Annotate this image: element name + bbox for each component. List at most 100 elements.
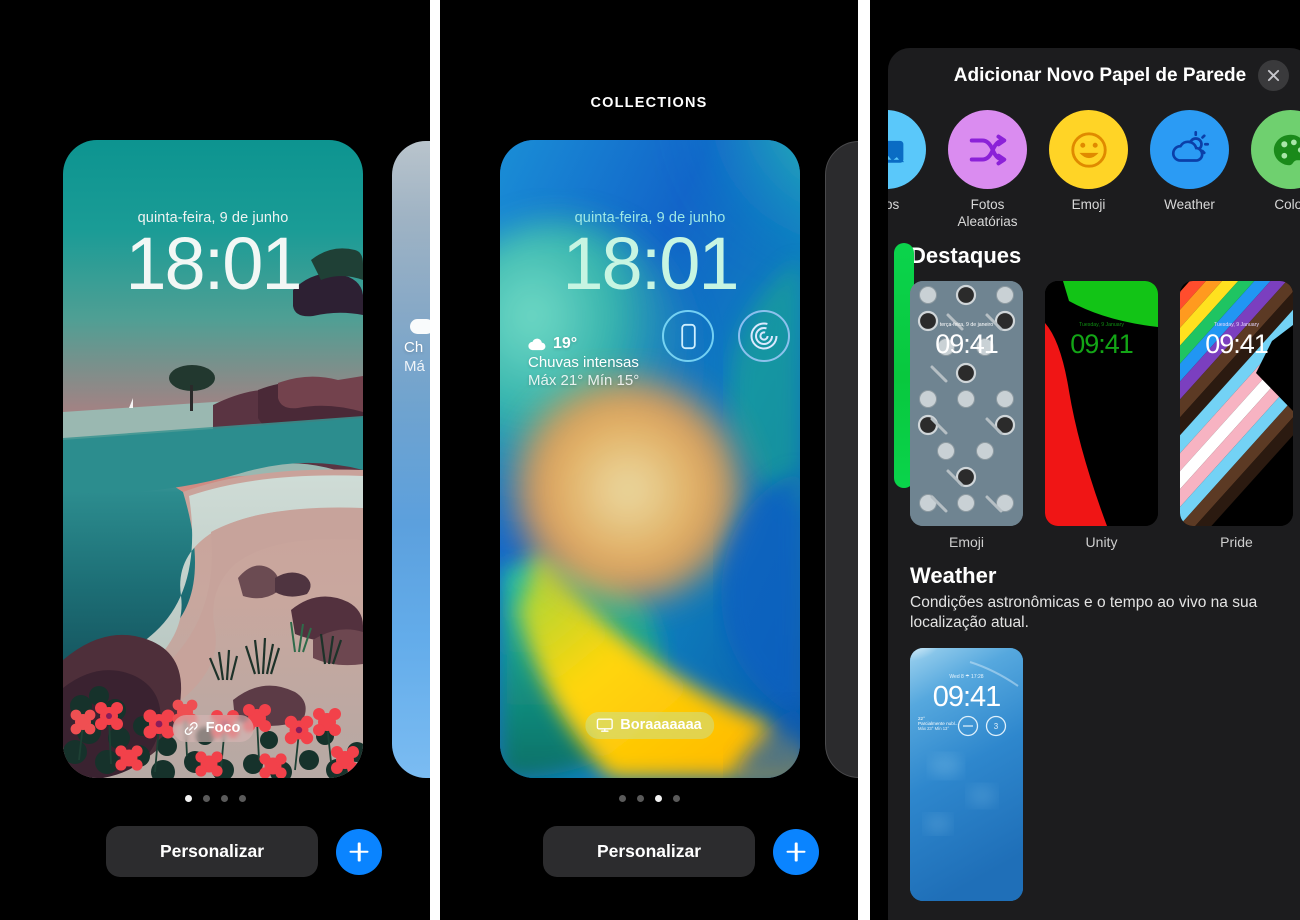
svg-text:3: 3 xyxy=(994,722,999,731)
thumbnail-date: terça-feira, 9 de janeiro xyxy=(939,322,994,328)
panel-middle-collections: COLLECTIONS quinta-feira, 9 de junho 18:… xyxy=(440,0,858,920)
lockscreen-complications xyxy=(662,310,790,362)
thumbnail-time: 09:41 xyxy=(935,329,999,359)
emoji-icon xyxy=(1070,131,1107,168)
sheet-header: Adicionar Novo Papel de Parede xyxy=(888,48,1300,104)
category-weather[interactable]: Weather xyxy=(1149,110,1230,231)
wallpaper-thumb-pride[interactable]: Tuesday, 9 January 09:41 Pride xyxy=(1180,281,1293,550)
peek-cloud-icon xyxy=(410,319,430,334)
lockscreen-weather-widget[interactable]: 19° Chuvas intensas Máx 21° Mín 15° xyxy=(528,335,639,389)
section-title: Weather xyxy=(910,563,997,588)
thumbnail-label: Pride xyxy=(1220,534,1253,550)
thumbnail-preview: terça-feira, 9 de janeiro 09:41 xyxy=(910,281,1023,526)
screen-pill[interactable]: Boraaaaaaa xyxy=(585,712,715,739)
bottom-bar-middle: Personalizar xyxy=(543,826,819,877)
category-circle xyxy=(1150,110,1229,189)
lockscreen-time-block-middle: quinta-feira, 9 de junho 18:01 xyxy=(500,210,800,305)
category-random-photos[interactable]: Fotos Aleatórias xyxy=(947,110,1028,231)
page-dot[interactable] xyxy=(184,795,192,802)
customize-button[interactable]: Personalizar xyxy=(106,826,318,877)
customize-button[interactable]: Personalizar xyxy=(543,826,755,877)
phone-icon xyxy=(680,323,696,349)
unity-art xyxy=(1045,281,1158,526)
category-photos[interactable]: otos xyxy=(888,110,927,231)
lockscreen-time: 18:01 xyxy=(562,222,739,305)
peek-wallpaper-card-dark[interactable] xyxy=(825,141,858,778)
peek-weather-minmax: Má xyxy=(404,358,425,375)
collections-header: COLLECTIONS xyxy=(590,95,708,111)
panel-divider-1 xyxy=(430,0,440,920)
page-dots-middle[interactable] xyxy=(440,795,858,802)
category-label: Weather xyxy=(1164,197,1215,212)
thumbnail-date: Wed 8 ☂ 17:28 xyxy=(949,673,984,680)
cloud-icon xyxy=(528,338,546,350)
link-icon xyxy=(184,721,198,735)
thumbnail-preview: Wed 8 ☂ 17:28 09:41 22° Parcialmente nub… xyxy=(910,647,1023,901)
category-color[interactable]: Color xyxy=(1250,110,1300,231)
thumbnail-time: 09:41 xyxy=(932,680,1002,713)
screenshot-root: Ch Má quinta-feira, 9 de junho 18:01 Foc… xyxy=(0,0,1300,920)
thumbnail-label: Unity xyxy=(1085,534,1118,550)
page-dot[interactable] xyxy=(618,795,626,802)
category-label: Color xyxy=(1274,197,1300,212)
category-label: otos xyxy=(888,197,900,212)
thumbnail-weather-widget: 22° Parcialmente nubl... Máx 23° Mín 13° xyxy=(918,716,959,731)
wallpaper-thumb-unity[interactable]: Tuesday, 9 January 09:41 Unity xyxy=(1045,281,1158,550)
thumbnail-label: Emoji xyxy=(948,534,984,550)
category-circle xyxy=(1251,110,1300,189)
focus-pill[interactable]: Foco xyxy=(172,715,254,742)
panel-right-add-wallpaper: Adicionar Novo Papel de Parede os Fotos … xyxy=(870,0,1300,920)
add-wallpaper-button[interactable] xyxy=(336,828,382,875)
page-dots-left[interactable] xyxy=(0,795,430,802)
lockscreen-time-block-left: quinta-feira, 9 de junho 18:01 xyxy=(63,210,363,305)
panel-divider-2 xyxy=(858,0,870,920)
weather-temperature: 19° xyxy=(553,335,578,352)
weather-condition: Chuvas intensas xyxy=(528,354,639,371)
add-wallpaper-button[interactable] xyxy=(773,828,819,875)
page-dot[interactable] xyxy=(654,795,662,802)
page-dot[interactable] xyxy=(672,795,680,802)
screen-pill-label: Boraaaaaaa xyxy=(620,717,702,733)
pride-art xyxy=(1180,281,1293,526)
thumbnail-preview: Tuesday, 9 January 09:41 xyxy=(1045,281,1158,526)
category-circle xyxy=(888,110,926,189)
thumbnail-preview: Tuesday, 9 January 09:41 xyxy=(1180,281,1293,526)
page-dot[interactable] xyxy=(636,795,644,802)
page-dot[interactable] xyxy=(202,795,210,802)
sheet-title: Adicionar Novo Papel de Parede xyxy=(953,65,1247,86)
destaques-thumb-row[interactable]: terça-feira, 9 de janeiro 09:41 Emoji Tu… xyxy=(894,243,1300,550)
wallpaper-thumb-emoji[interactable]: terça-feira, 9 de janeiro 09:41 Emoji xyxy=(910,281,1023,550)
thumbnail-time: 09:41 xyxy=(1205,329,1269,359)
wallpaper-card-middle[interactable]: quinta-feira, 9 de junho 18:01 19° Chuva… xyxy=(500,140,800,778)
shuffle-icon xyxy=(969,134,1006,165)
page-dot[interactable] xyxy=(238,795,246,802)
page-dot[interactable] xyxy=(220,795,228,802)
weather-temp-row: 19° xyxy=(528,335,639,353)
photos-icon xyxy=(888,140,904,163)
lockscreen-time: 18:01 xyxy=(125,222,302,305)
category-strip[interactable]: otos Fotos Aleatórias xyxy=(888,110,1300,231)
wallpaper-card-left[interactable]: quinta-feira, 9 de junho 18:01 Foco xyxy=(63,140,363,778)
section-weather: Weather Condições astronômicas e o tempo… xyxy=(910,563,1292,909)
bottom-bar-left: Personalizar xyxy=(106,826,382,877)
peek-wallpaper-card-next[interactable]: Ch Má xyxy=(392,141,430,778)
thumbnail-date: Tuesday, 9 January xyxy=(1079,322,1124,328)
display-icon xyxy=(596,718,613,732)
category-emoji[interactable]: Emoji xyxy=(1048,110,1129,231)
weather-thumb-row[interactable]: Wed 8 ☂ 17:28 09:41 22° Parcialmente nub… xyxy=(910,647,1292,909)
section-description: Condições astronômicas e o tempo ao vivo… xyxy=(910,594,1258,632)
weather-high-low: Máx 21° Mín 15° xyxy=(528,372,640,389)
category-label: Emoji xyxy=(1071,197,1106,212)
activity-rings-icon xyxy=(750,322,778,350)
category-circle xyxy=(948,110,1027,189)
thumbnail-minmax: Máx 23° Mín 13° xyxy=(918,725,950,731)
section-title: Destaques xyxy=(910,243,1022,268)
thumbnail-complications: 3 xyxy=(957,715,1007,737)
close-button[interactable] xyxy=(1258,60,1289,91)
section-destaques: Destaques terça-feira, 9 de janeiro 09:4… xyxy=(894,243,1300,550)
wallpaper-thumb-weather[interactable]: Wed 8 ☂ 17:28 09:41 22° Parcialmente nub… xyxy=(910,647,1023,909)
complication-phone[interactable] xyxy=(662,310,714,362)
category-circle xyxy=(1049,110,1128,189)
close-icon xyxy=(1267,69,1280,82)
complication-rings[interactable] xyxy=(738,310,790,362)
